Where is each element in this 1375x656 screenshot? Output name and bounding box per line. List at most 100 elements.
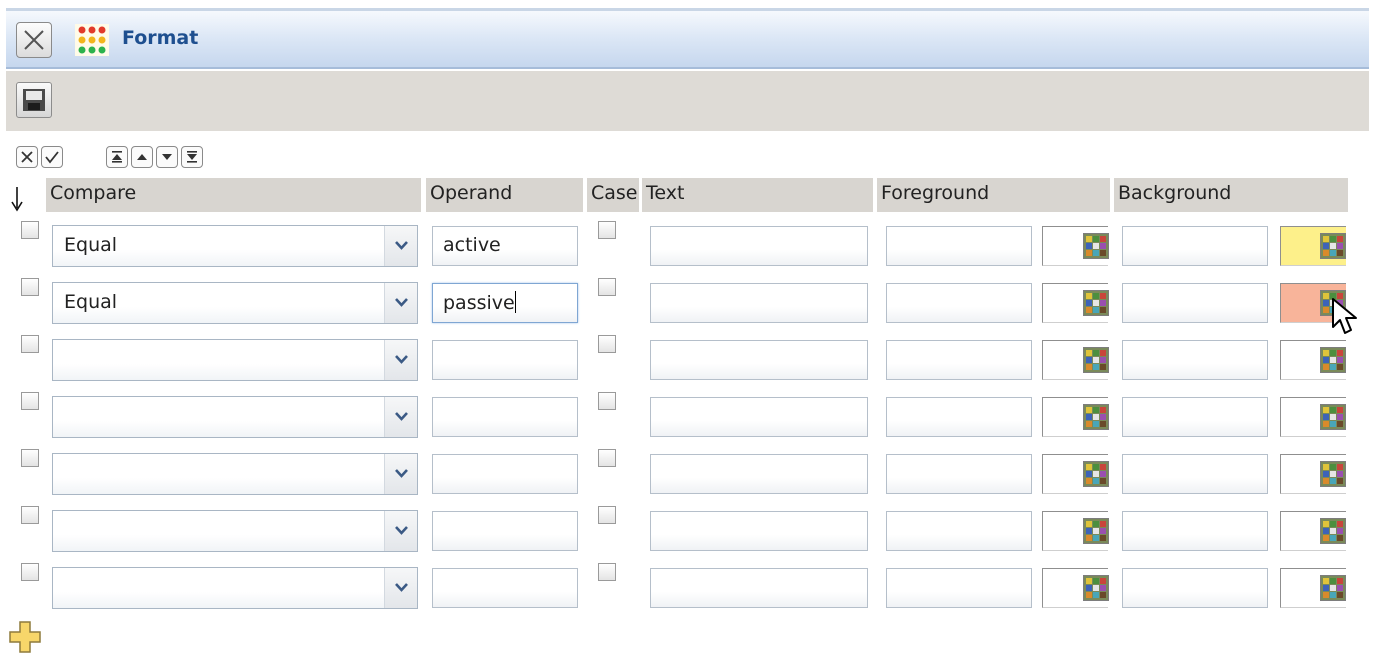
compare-select-value: Equal (64, 234, 118, 256)
color-picker-icon (1084, 405, 1108, 429)
move-down-icon (162, 154, 172, 160)
foreground-color-picker-button[interactable] (1083, 233, 1109, 259)
row-select-checkbox[interactable] (21, 449, 39, 467)
color-picker-icon (1321, 348, 1345, 372)
operand-input[interactable] (432, 397, 578, 437)
foreground-color-picker-button[interactable] (1083, 461, 1109, 487)
deselect-all-icon (21, 151, 33, 163)
compare-select[interactable] (52, 339, 418, 381)
compare-select[interactable] (52, 510, 418, 552)
background-input[interactable] (1122, 283, 1268, 323)
compare-select[interactable]: Equal (52, 282, 418, 324)
move-bottom-button[interactable] (181, 146, 203, 168)
background-input[interactable] (1122, 226, 1268, 266)
background-input[interactable] (1122, 568, 1268, 608)
foreground-color-picker-button[interactable] (1083, 347, 1109, 373)
move-top-icon (112, 151, 122, 163)
operand-input[interactable] (432, 454, 578, 494)
case-checkbox[interactable] (598, 335, 616, 353)
foreground-input[interactable] (886, 568, 1032, 608)
case-checkbox[interactable] (598, 506, 616, 524)
chevron-down-icon[interactable] (384, 511, 417, 551)
foreground-input[interactable] (886, 283, 1032, 323)
foreground-color-picker-button[interactable] (1083, 404, 1109, 430)
move-bottom-icon (187, 151, 197, 163)
header-text: Text (642, 178, 873, 212)
operand-input[interactable] (432, 568, 578, 608)
case-checkbox[interactable] (598, 221, 616, 239)
row-select-checkbox[interactable] (21, 278, 39, 296)
foreground-color-picker-button[interactable] (1083, 290, 1109, 316)
move-up-icon (137, 154, 147, 160)
background-color-picker-button[interactable] (1320, 347, 1346, 373)
operand-input[interactable] (432, 511, 578, 551)
compare-select-value: Equal (64, 291, 118, 313)
row-select-checkbox[interactable] (21, 506, 39, 524)
color-picker-icon (1321, 462, 1345, 486)
move-top-button[interactable] (106, 146, 128, 168)
chevron-down-icon[interactable] (384, 397, 417, 437)
background-input[interactable] (1122, 340, 1268, 380)
color-picker-icon (1084, 348, 1108, 372)
close-button[interactable] (16, 22, 52, 58)
operand-input[interactable]: active (432, 226, 578, 266)
compare-select[interactable] (52, 453, 418, 495)
text-input[interactable] (650, 511, 868, 551)
text-input[interactable] (650, 568, 868, 608)
compare-select[interactable]: Equal (52, 225, 418, 267)
deselect-all-button[interactable] (16, 146, 38, 168)
header-background: Background (1114, 178, 1348, 212)
row-select-checkbox[interactable] (21, 392, 39, 410)
case-checkbox[interactable] (598, 449, 616, 467)
case-checkbox[interactable] (598, 392, 616, 410)
header-foreground: Foreground (877, 178, 1110, 212)
background-input[interactable] (1122, 454, 1268, 494)
chevron-down-icon[interactable] (384, 568, 417, 608)
background-color-picker-button[interactable] (1320, 233, 1346, 259)
row-select-checkbox[interactable] (21, 563, 39, 581)
operand-input[interactable] (432, 340, 578, 380)
foreground-color-picker-button[interactable] (1083, 575, 1109, 601)
color-picker-icon (1084, 576, 1108, 600)
move-down-button[interactable] (156, 146, 178, 168)
add-row-icon[interactable] (8, 620, 42, 654)
select-all-button[interactable] (41, 146, 63, 168)
color-picker-icon (1321, 576, 1345, 600)
text-input[interactable] (650, 340, 868, 380)
row-select-checkbox[interactable] (21, 335, 39, 353)
save-button[interactable] (16, 82, 52, 118)
row-select-checkbox[interactable] (21, 221, 39, 239)
foreground-input[interactable] (886, 226, 1032, 266)
window-title: Format (122, 27, 199, 49)
color-picker-icon (1084, 462, 1108, 486)
text-input[interactable] (650, 397, 868, 437)
chevron-down-icon[interactable] (384, 454, 417, 494)
color-picker-icon (1084, 291, 1108, 315)
text-input[interactable] (650, 283, 868, 323)
chevron-down-icon[interactable] (384, 340, 417, 380)
case-checkbox[interactable] (598, 278, 616, 296)
operand-value: active (443, 234, 501, 256)
move-up-button[interactable] (131, 146, 153, 168)
operand-input[interactable]: passive (432, 283, 578, 323)
chevron-down-icon[interactable] (384, 283, 417, 323)
chevron-down-icon[interactable] (384, 226, 417, 266)
foreground-input[interactable] (886, 454, 1032, 494)
text-input[interactable] (650, 454, 868, 494)
compare-select[interactable] (52, 396, 418, 438)
background-color-picker-button[interactable] (1320, 461, 1346, 487)
background-input[interactable] (1122, 397, 1268, 437)
foreground-input[interactable] (886, 340, 1032, 380)
foreground-input[interactable] (886, 397, 1032, 437)
text-input[interactable] (650, 226, 868, 266)
background-color-picker-button[interactable] (1320, 518, 1346, 544)
case-checkbox[interactable] (598, 563, 616, 581)
foreground-color-picker-button[interactable] (1083, 518, 1109, 544)
close-icon (24, 30, 44, 50)
background-color-picker-button[interactable] (1320, 575, 1346, 601)
color-picker-icon (1321, 519, 1345, 543)
compare-select[interactable] (52, 567, 418, 609)
background-input[interactable] (1122, 511, 1268, 551)
background-color-picker-button[interactable] (1320, 404, 1346, 430)
foreground-input[interactable] (886, 511, 1032, 551)
